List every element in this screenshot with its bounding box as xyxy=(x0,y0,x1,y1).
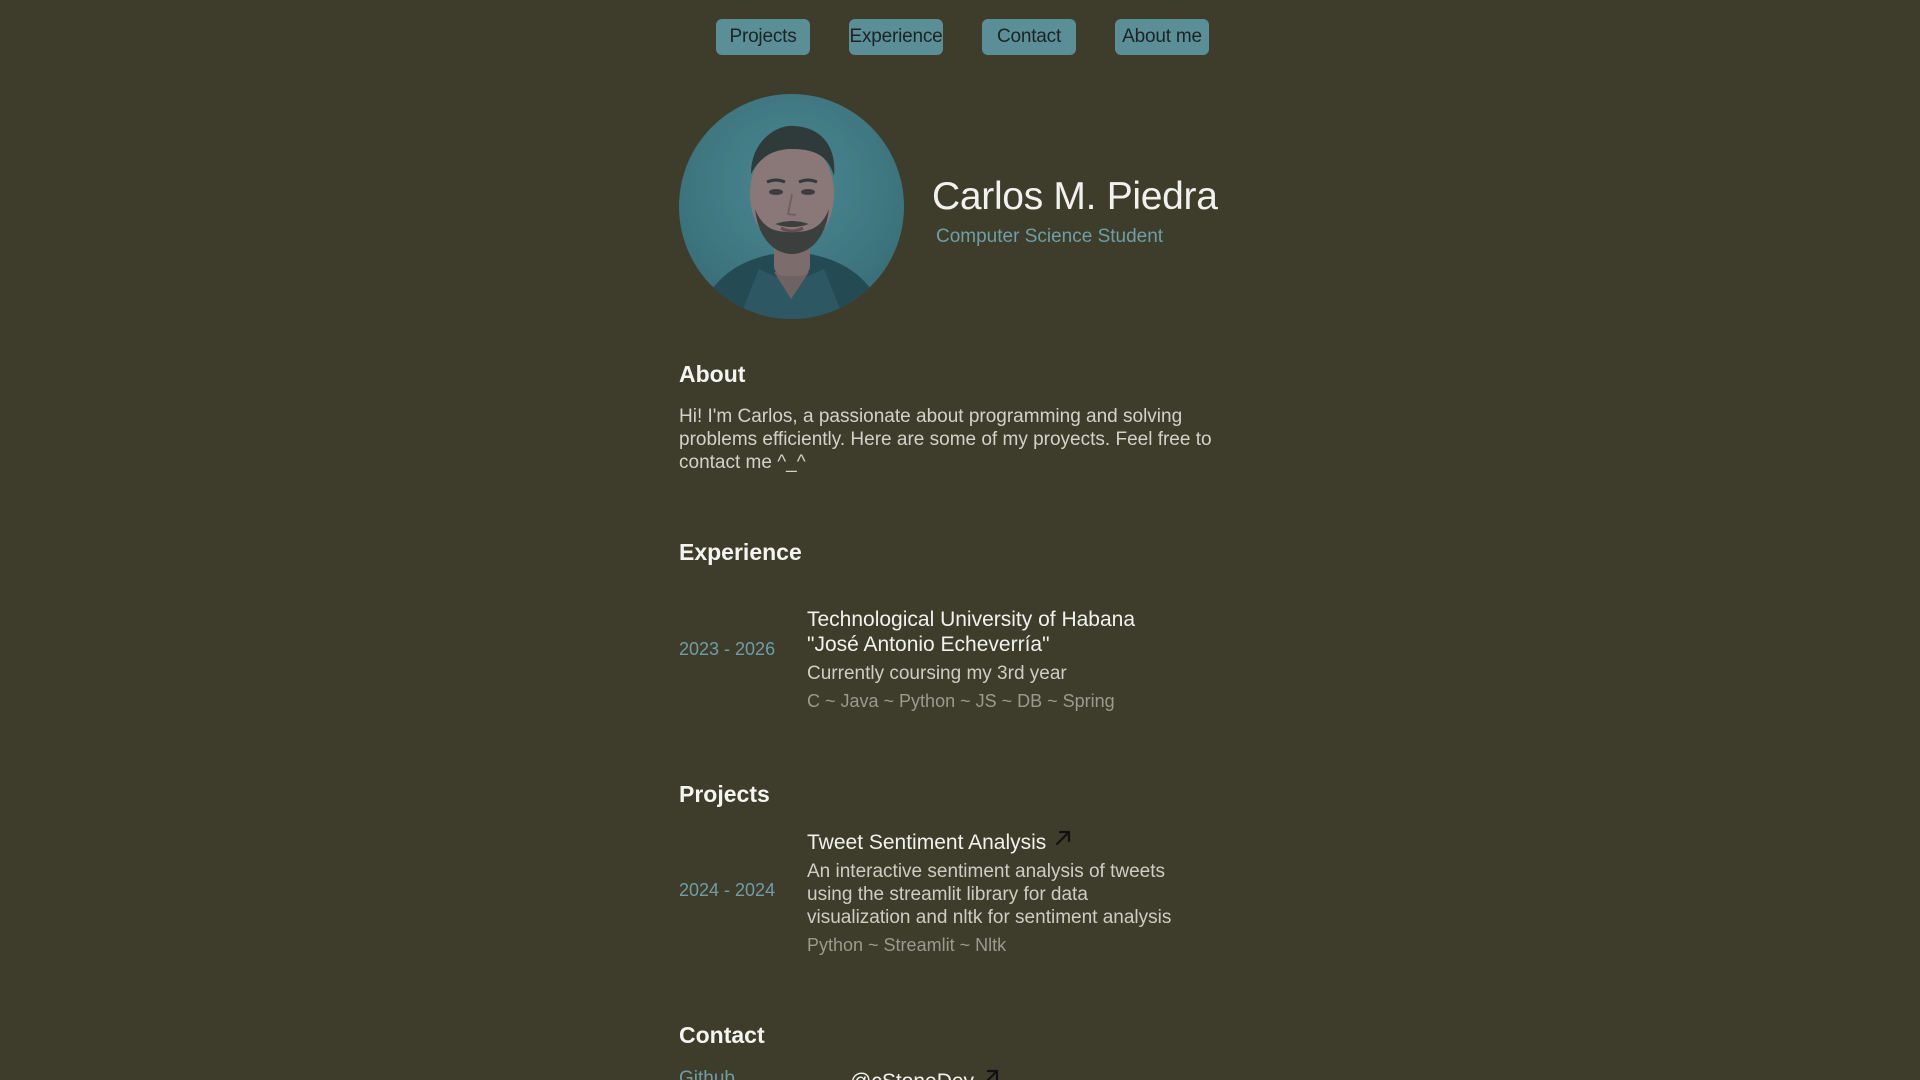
nav-projects-button[interactable]: Projects xyxy=(716,19,810,55)
experience-entry: Technological University of Habana "José… xyxy=(807,607,1207,713)
external-link-arrow-icon[interactable] xyxy=(1054,829,1072,847)
project-title-link[interactable]: Tweet Sentiment Analysis xyxy=(807,829,1207,855)
experience-heading: Experience xyxy=(679,539,802,565)
project-period: 2024 - 2024 xyxy=(679,880,776,900)
profile-photo-icon xyxy=(679,94,904,319)
contact-label: Github xyxy=(679,1068,735,1080)
portfolio-page: Projects Experience Contact About me Car… xyxy=(0,0,1920,1080)
experience-period: 2023 - 2026 xyxy=(679,639,776,659)
contact-github-link[interactable]: @cStoneDev xyxy=(850,1068,1000,1080)
experience-title-line2: "José Antonio Echeverría" xyxy=(807,633,1050,656)
profile-role: Computer Science Student xyxy=(936,226,1164,247)
profile-name: Carlos M. Piedra xyxy=(932,175,1218,218)
nav-about-me-button[interactable]: About me xyxy=(1115,19,1209,55)
about-heading: About xyxy=(679,361,746,387)
project-description: An interactive sentiment analysis of twe… xyxy=(807,861,1172,928)
contact-heading: Contact xyxy=(679,1022,765,1048)
external-link-arrow-icon[interactable] xyxy=(982,1068,1000,1080)
nav-contact-button[interactable]: Contact xyxy=(982,19,1076,55)
nav-experience-button[interactable]: Experience xyxy=(849,19,943,55)
avatar xyxy=(679,94,904,319)
about-text: Hi! I'm Carlos, a passionate about progr… xyxy=(679,406,1212,473)
project-title[interactable]: Tweet Sentiment Analysis xyxy=(807,831,1046,854)
experience-tags: C ~ Java ~ Python ~ JS ~ DB ~ Spring xyxy=(807,691,1115,711)
projects-heading: Projects xyxy=(679,781,770,807)
experience-description: Currently coursing my 3rd year xyxy=(807,663,1067,684)
project-entry: Tweet Sentiment Analysis An interactive … xyxy=(807,829,1207,957)
top-nav: Projects Experience Contact About me xyxy=(716,19,1209,55)
contact-value[interactable]: @cStoneDev xyxy=(850,1070,974,1080)
project-tags: Python ~ Streamlit ~ Nltk xyxy=(807,935,1007,955)
experience-title-line1: Technological University of Habana xyxy=(807,608,1136,631)
